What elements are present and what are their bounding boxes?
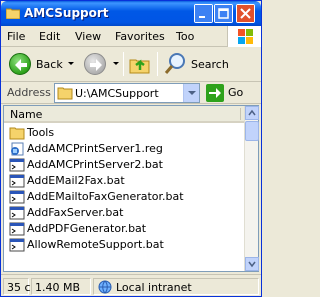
address-bar: Address U:\AMCSupport Go	[1, 82, 261, 104]
intranet-globe-icon	[97, 280, 113, 297]
search-icon[interactable]	[164, 52, 188, 76]
window-title: AMCSupport	[24, 6, 109, 20]
column-divider[interactable]	[240, 108, 241, 120]
menu-bar: File Edit View Favorites Too	[1, 26, 261, 47]
file-list: Name Tools AddAMCPrintServer1.reg AddAMC…	[3, 105, 259, 272]
file-name: AddPDFGenerator.bat	[27, 222, 147, 235]
scroll-thumb[interactable]	[245, 121, 259, 141]
status-objects: 35 c	[7, 281, 31, 294]
scroll-up-button[interactable]	[245, 106, 259, 120]
file-name: AddAMCPrintServer2.bat	[27, 158, 163, 171]
list-item[interactable]: AddFaxServer.bat	[4, 205, 244, 221]
list-item[interactable]: Tools	[4, 125, 244, 141]
menu-favorites[interactable]: Favorites	[115, 30, 165, 43]
column-header-name[interactable]: Name	[10, 108, 42, 121]
toolbar: Back Search	[1, 48, 261, 82]
list-item[interactable]: AddEMailtoFaxGenerator.bat	[4, 189, 244, 205]
toolbar-separator	[157, 52, 158, 76]
file-name: AddFaxServer.bat	[27, 206, 124, 219]
batch-file-icon	[9, 190, 25, 204]
status-zone: Local intranet	[116, 281, 192, 294]
status-size-cell: 1.40 MB	[31, 278, 91, 295]
menu-tools[interactable]: Too	[176, 30, 194, 43]
list-item[interactable]: AddPDFGenerator.bat	[4, 221, 244, 237]
status-size: 1.40 MB	[35, 281, 81, 294]
file-name: AllowRemoteSupport.bat	[27, 238, 164, 251]
address-path: U:\AMCSupport	[75, 87, 159, 100]
address-dropdown-button[interactable]	[183, 84, 199, 102]
search-button[interactable]: Search	[191, 58, 229, 71]
address-label: Address	[7, 86, 51, 99]
batch-file-icon	[9, 158, 25, 172]
address-input[interactable]: U:\AMCSupport	[54, 83, 200, 103]
registry-file-icon	[9, 142, 25, 156]
file-name: AddAMCPrintServer1.reg	[27, 142, 163, 155]
menu-edit[interactable]: Edit	[39, 30, 60, 43]
back-dropdown-icon[interactable]	[68, 62, 74, 65]
back-arrow-icon[interactable]	[9, 53, 31, 75]
list-item[interactable]: AddAMCPrintServer1.reg	[4, 141, 244, 157]
menu-file[interactable]: File	[7, 30, 25, 43]
title-bar[interactable]: AMCSupport	[1, 1, 261, 26]
batch-file-icon	[9, 238, 25, 252]
status-bar: 35 c 1.40 MB Local intranet	[1, 274, 261, 296]
batch-file-icon	[9, 174, 25, 188]
batch-file-icon	[9, 222, 25, 236]
file-name: Tools	[27, 126, 55, 139]
status-zone-cell: Local intranet	[93, 278, 259, 295]
minimize-button[interactable]	[194, 4, 213, 23]
list-item[interactable]: AddEMail2Fax.bat	[4, 173, 244, 189]
file-name: AddEMail2Fax.bat	[27, 174, 125, 187]
folder-up-icon[interactable]	[129, 53, 151, 75]
folder-icon	[57, 86, 73, 103]
explorer-window: AMCSupport File Edit View Favorites Too …	[0, 0, 262, 297]
column-header: Name	[4, 106, 244, 123]
toolbar-separator	[123, 52, 124, 76]
menu-view[interactable]: View	[75, 30, 101, 43]
close-button[interactable]	[236, 4, 255, 23]
go-button[interactable]: Go	[228, 86, 243, 99]
windows-logo-icon	[227, 26, 261, 47]
forward-arrow-icon[interactable]	[84, 53, 106, 75]
folder-icon	[5, 7, 21, 20]
status-objects-cell: 35 c	[3, 278, 31, 295]
vertical-scrollbar[interactable]	[244, 106, 259, 271]
folder-icon	[9, 126, 25, 140]
batch-file-icon	[9, 206, 25, 220]
file-name: AddEMailtoFaxGenerator.bat	[27, 190, 184, 203]
list-item[interactable]: AllowRemoteSupport.bat	[4, 237, 244, 253]
back-button[interactable]: Back	[36, 58, 63, 71]
forward-dropdown-icon[interactable]	[113, 62, 119, 65]
go-arrow-icon[interactable]	[206, 84, 224, 102]
scroll-down-button[interactable]	[245, 257, 259, 271]
maximize-button[interactable]	[214, 4, 233, 23]
list-item[interactable]: AddAMCPrintServer2.bat	[4, 157, 244, 173]
